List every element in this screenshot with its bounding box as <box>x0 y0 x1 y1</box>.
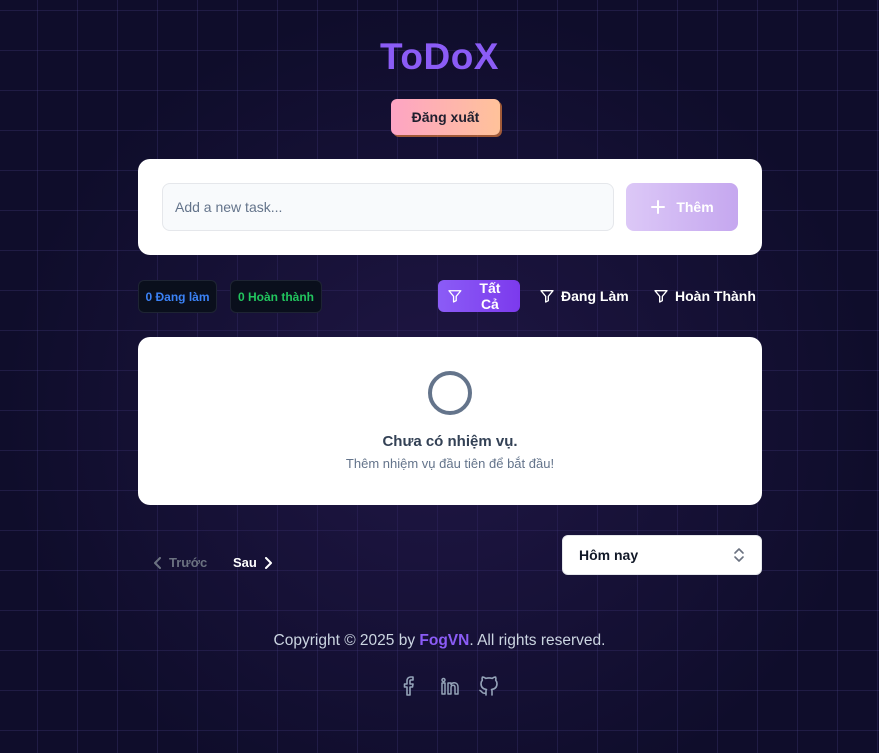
date-range-value: Hôm nay <box>579 547 639 563</box>
footer-prefix: Copyright © 2025 by <box>273 632 420 649</box>
plus-icon <box>651 200 666 214</box>
prev-page-button[interactable]: Trước <box>153 555 207 570</box>
filter-icon <box>654 290 668 303</box>
filter-active-button[interactable]: Đang Làm <box>530 280 638 312</box>
filter-all-button[interactable]: Tất Cả <box>438 280 520 312</box>
add-task-button[interactable]: Thêm <box>626 183 738 231</box>
filter-done-button[interactable]: Hoàn Thành <box>644 280 765 312</box>
filter-active-label: Đang Làm <box>561 288 629 304</box>
logout-button[interactable]: Đăng xuất <box>391 99 500 135</box>
chevron-up-down-icon <box>734 548 744 562</box>
chevron-left-icon <box>154 556 161 569</box>
done-count-badge: 0 Hoàn thành <box>230 280 322 313</box>
filter-all-label: Tất Cả <box>479 280 501 312</box>
prev-page-label: Trước <box>169 555 208 570</box>
footer-suffix: . All rights reserved. <box>469 632 606 649</box>
footer-brand-link[interactable]: FogVN <box>419 632 469 649</box>
add-task-label: Thêm <box>676 199 714 215</box>
next-page-label: Sau <box>233 555 257 570</box>
active-count-badge: 0 Đang làm <box>138 280 217 313</box>
filter-done-label: Hoàn Thành <box>675 288 756 304</box>
empty-circle-icon <box>428 371 472 415</box>
linkedin-icon[interactable] <box>438 674 462 698</box>
task-input[interactable] <box>162 183 614 231</box>
filter-icon <box>540 290 554 303</box>
next-page-button[interactable]: Sau <box>233 555 273 570</box>
empty-state-subtitle: Thêm nhiệm vụ đầu tiên để bắt đầu! <box>345 456 555 471</box>
empty-state-title: Chưa có nhiệm vụ. <box>382 433 518 450</box>
facebook-icon[interactable] <box>398 674 422 698</box>
filter-icon <box>448 290 462 303</box>
date-range-select[interactable]: Hôm nay <box>562 535 762 575</box>
app-title: ToDoX <box>380 36 499 77</box>
add-task-card: Thêm <box>138 159 762 255</box>
task-list-empty-state: Chưa có nhiệm vụ. Thêm nhiệm vụ đầu tiên… <box>138 337 762 505</box>
github-icon[interactable] <box>477 674 501 698</box>
footer-copyright: Copyright © 2025 by FogVN. All rights re… <box>0 632 879 650</box>
chevron-right-icon <box>264 556 272 569</box>
